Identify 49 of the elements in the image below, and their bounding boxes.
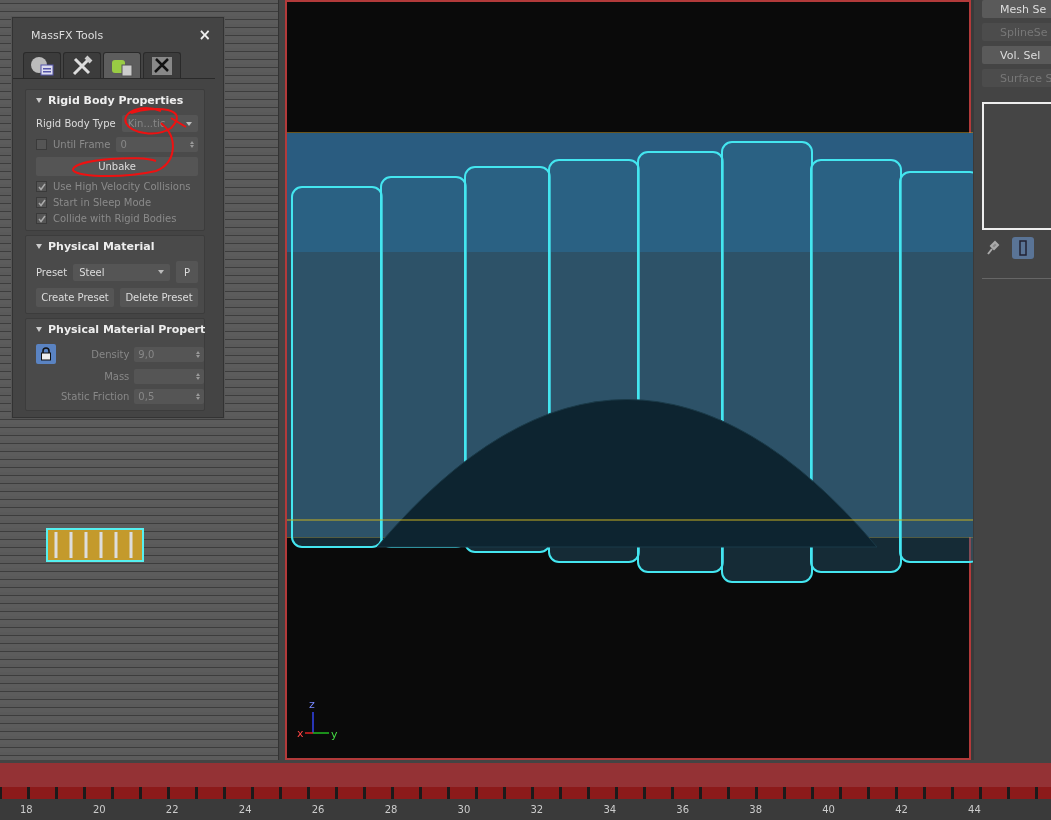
frame-number: 44	[968, 804, 982, 815]
checkbox-label: Until Frame	[53, 139, 111, 150]
spinner-field[interactable]	[134, 369, 205, 384]
p-button[interactable]: P	[176, 261, 198, 283]
lock-button[interactable]	[36, 344, 56, 364]
preset-button[interactable]: Create Preset	[36, 288, 114, 307]
tools-icon	[71, 54, 93, 77]
frame-number: 34	[603, 804, 618, 815]
property-label: Density	[90, 348, 130, 360]
selection-button[interactable]: Mesh Se	[982, 0, 1051, 18]
time-slider-track[interactable]	[0, 760, 1051, 787]
field-label: Preset	[36, 266, 68, 278]
panel-title: MassFX Tools	[31, 28, 104, 42]
panel-tab[interactable]	[63, 52, 101, 78]
checkbox-label: Collide with Rigid Bodies	[53, 213, 177, 224]
property-label: Static Friction	[61, 391, 130, 402]
preset-dropdown[interactable]: Steel	[73, 263, 170, 281]
selection-button[interactable]: Vol. Sel	[982, 46, 1051, 64]
property-label: Mass	[103, 371, 130, 382]
lock-icon	[40, 347, 52, 361]
frame-number: 38	[749, 804, 763, 815]
globe-list-icon	[30, 55, 54, 76]
frame-number: 22	[165, 804, 180, 815]
small-object-icon	[46, 528, 144, 562]
frame-number: 26	[311, 804, 326, 815]
preset-button[interactable]: Delete Preset	[120, 288, 198, 307]
tool-button[interactable]	[1012, 237, 1034, 259]
rollout-title: Physical Material Propert	[48, 322, 206, 336]
close-button[interactable]: ×	[198, 26, 211, 44]
checkbox-label: Start in Sleep Mode	[53, 197, 152, 208]
panel-tab[interactable]	[23, 52, 61, 78]
frame-number: 28	[384, 804, 399, 815]
frame-number: 20	[92, 804, 107, 815]
modifier-list-box[interactable]	[982, 102, 1051, 230]
frame-number: 32	[530, 804, 545, 815]
panel-tab[interactable]	[143, 52, 181, 78]
frame-number: 42	[895, 804, 909, 815]
checkbox-label: Use High Velocity Collisions	[53, 181, 191, 192]
frame-number: 30	[457, 804, 472, 815]
frame-number: 24	[238, 804, 253, 815]
pin-icon	[986, 240, 1000, 256]
frame-number: 40	[822, 804, 836, 815]
frame-number: 18	[20, 804, 34, 815]
rollout-title: Rigid Body Properties	[48, 93, 184, 107]
panel-tab[interactable]	[103, 52, 141, 78]
rollout-title: Physical Material	[48, 239, 155, 253]
frame-number: 36	[676, 804, 691, 815]
field-label: Rigid Body Type	[36, 118, 116, 129]
slot-icon	[1019, 240, 1027, 256]
